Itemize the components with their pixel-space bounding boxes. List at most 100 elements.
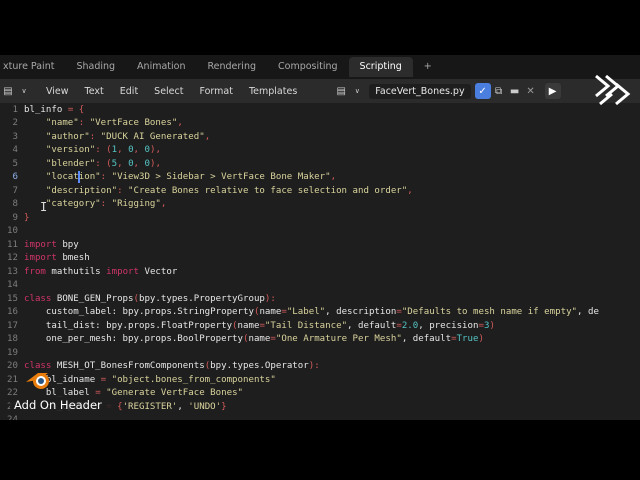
code-token: bpy <box>56 239 79 250</box>
code-token: ): <box>308 361 320 372</box>
line-number: 18 <box>7 334 18 345</box>
code-token: ) <box>489 320 495 331</box>
menu-format[interactable]: Format <box>191 86 240 97</box>
line-number: 14 <box>7 280 18 291</box>
code-token: , default <box>401 334 452 345</box>
code-line: 16 custom_label: bpy.props.StringPropert… <box>0 306 599 320</box>
code-editor[interactable]: I 1 bl_info = {2 "name": "VertFace Bones"… <box>0 103 640 420</box>
menu-text[interactable]: Text <box>77 86 112 97</box>
code-token: name <box>237 320 260 331</box>
code-token: from <box>24 266 46 277</box>
code-token: , <box>204 131 211 142</box>
tab-animation[interactable]: Animation <box>126 57 196 77</box>
line-number: 8 <box>12 199 18 210</box>
chevron-down-icon[interactable]: ∨ <box>349 83 365 99</box>
code-token: import <box>24 253 57 264</box>
line-number: 10 <box>7 226 18 237</box>
code-token: "VertFace Bones" <box>89 118 178 129</box>
code-token: "description" <box>24 185 118 196</box>
line-number: 4 <box>12 145 18 156</box>
line-number: 20 <box>7 361 18 372</box>
blender-logo-icon <box>26 373 49 389</box>
line-number: 21 <box>7 374 18 385</box>
code-line: 15 class BONE_GEN_Props(bpy.types.Propert… <box>0 293 276 307</box>
tab-compositing[interactable]: Compositing <box>267 57 349 77</box>
shield-icon[interactable]: ✓ <box>474 83 491 99</box>
tab-xture-paint[interactable]: xture Paint <box>0 57 65 77</box>
code-token: , <box>133 145 145 156</box>
code-token: "Defaults to mesh name if empty" <box>401 307 578 318</box>
tab-scripting[interactable]: Scripting <box>348 57 413 77</box>
code-token: , precision <box>418 320 479 331</box>
code-line: 19 <box>0 347 24 361</box>
line-number: 19 <box>7 347 18 358</box>
code-line: 3 "author": "DUCK AI Generated", <box>0 131 211 145</box>
code-token: , <box>160 199 167 210</box>
line-number: 12 <box>7 253 18 264</box>
line-number: 6 <box>12 172 18 183</box>
run-script-icon[interactable]: ▶ <box>544 83 561 99</box>
code-line: 2 "name": "VertFace Bones", <box>0 117 183 131</box>
code-token: , <box>407 185 413 196</box>
code-token: "object.bones_from_components" <box>111 374 276 385</box>
code-line: 12 import bmesh <box>0 252 90 266</box>
workspace-tabs: xture Paint Shading Animation Rendering Comp… <box>0 55 640 79</box>
menu-edit[interactable]: Edit <box>112 86 146 97</box>
line-number: 7 <box>12 185 18 196</box>
close-icon[interactable]: ✕ <box>523 83 539 99</box>
code-line: 1 bl_info = { <box>0 104 85 118</box>
editor-type-icon[interactable]: ▤ <box>0 83 16 99</box>
code-token: , <box>330 172 337 183</box>
code-token: , <box>133 158 145 169</box>
duplicate-icon[interactable]: ⧉ <box>491 83 507 99</box>
menu-templates[interactable]: Templates <box>241 86 305 97</box>
code-token: bl_info <box>24 105 68 115</box>
code-token: "DUCK AI Generated" <box>100 131 205 142</box>
code-token: "Create Bones relative to face selection… <box>128 185 408 196</box>
code-token: , <box>117 145 129 156</box>
code-line: 8 "category": "Rigging", <box>0 198 167 212</box>
code-token: import <box>106 266 139 277</box>
blender-window: xture Paint Shading Animation Rendering Comp… <box>0 55 640 420</box>
code-token: BONE_GEN_Props <box>51 293 134 304</box>
code-token: , description <box>325 307 397 318</box>
code-token: : ( <box>95 145 112 156</box>
code-token: : <box>89 131 101 142</box>
code-token: name <box>248 334 271 345</box>
code-token: "Tail Distance" <box>264 320 348 331</box>
code-token: , <box>117 158 129 169</box>
folder-icon[interactable]: ▬ <box>507 83 523 99</box>
chevron-down-icon[interactable]: ∨ <box>16 83 32 99</box>
code-token: : <box>117 185 129 196</box>
line-number: 15 <box>7 293 18 304</box>
code-token: ): <box>264 293 276 304</box>
code-token: 'UNDO' <box>188 401 222 412</box>
text-datablock-icon[interactable]: ▤ <box>333 83 349 99</box>
code-token: : <box>78 118 90 129</box>
code-token: name <box>259 307 282 318</box>
file-name-field[interactable]: FaceVert_Bones.py <box>369 83 471 99</box>
code-line: 14 <box>0 279 24 293</box>
line-number: 11 <box>7 239 18 250</box>
code-line: 6 "location": "View3D > Sidebar > VertFa… <box>0 171 337 185</box>
add-workspace-button[interactable]: + <box>413 57 443 77</box>
tab-rendering[interactable]: Rendering <box>196 57 267 77</box>
menu-view[interactable]: View <box>38 86 77 97</box>
code-token: "location" <box>24 172 101 183</box>
code-token: : ( <box>95 158 112 169</box>
code-line: 5 "blender": (5, 0, 0), <box>0 158 161 172</box>
code-token: = <box>100 374 112 385</box>
code-token: MESH_OT_BonesFromComponents <box>51 361 205 372</box>
code-token: "Label" <box>286 307 326 318</box>
code-token: one_per_mesh: bpy.props.BoolProperty <box>24 334 243 345</box>
code-token: "author" <box>24 131 90 142</box>
code-token: ) <box>478 334 484 345</box>
code-line: 13 from mathutils import Vector <box>0 266 177 280</box>
code-token: "Rigging" <box>111 199 161 210</box>
tab-shading[interactable]: Shading <box>65 57 126 77</box>
code-line: 9} <box>0 212 30 226</box>
code-token: 2.0 <box>401 320 419 331</box>
menu-select[interactable]: Select <box>146 86 191 97</box>
code-token: True <box>456 334 479 345</box>
code-token: bmesh <box>56 253 90 264</box>
